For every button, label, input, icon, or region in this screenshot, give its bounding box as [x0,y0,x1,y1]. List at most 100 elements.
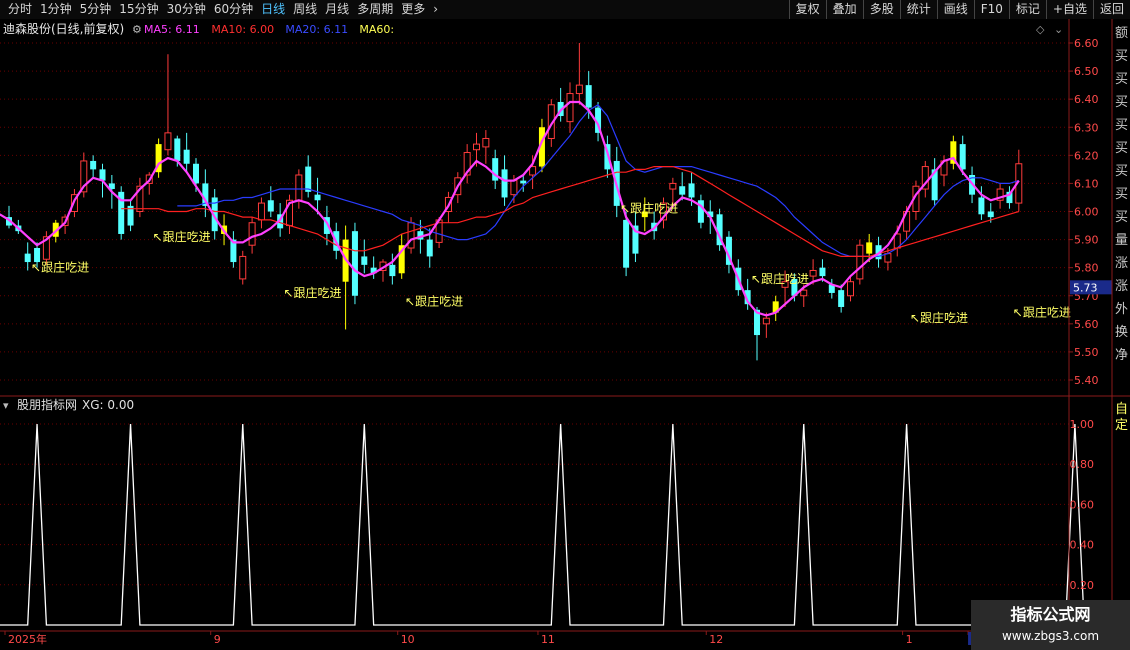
candle-body [295,174,303,201]
candle-body [248,222,256,246]
period-tab-0[interactable]: 分时 [4,0,36,19]
candle-body [762,317,770,325]
stock-title[interactable]: 迪森股份(日线,前复权) [3,21,124,36]
period-tab-1[interactable]: 1分钟 [36,0,76,19]
price-tick-label: 6.00 [1074,206,1099,219]
candle-body [239,255,247,280]
indicator-tick-label: 0.20 [1070,579,1095,592]
candle-body [978,197,985,215]
candle-body [164,132,172,151]
price-tick-label: 6.30 [1074,121,1099,134]
candle-body [819,267,826,277]
side-panel-glyph: 量 [1115,233,1128,248]
candle-body [267,200,274,212]
side-panel-glyph: 涨 [1115,279,1128,294]
diamond-icon[interactable]: ◇ [1036,23,1045,36]
toolbar-button-7[interactable]: +自选 [1045,0,1093,19]
side-panel-glyph: 额 [1115,26,1128,41]
indicator-tick-label: 0.40 [1070,539,1095,552]
signal-label: ↖跟庄吃进 [153,229,211,244]
time-label: 9 [214,633,221,646]
candle-body [623,219,630,268]
price-tick-label: 6.20 [1074,149,1099,162]
more-chevron-icon[interactable]: › [429,0,442,19]
toolbar-button-6[interactable]: 标记 [1008,0,1046,19]
side-panel-glyph: 买 [1115,164,1128,179]
candle-body [866,242,873,254]
toolbar-buttons: 复权 叠加 多股 统计 画线 F10 标记 +自选 返回 [788,0,1130,19]
signal-label: ↖跟庄吃进 [284,285,342,300]
collapse-chevron-icon[interactable]: ⌄ [1054,23,1063,36]
price-tick-label: 5.40 [1074,374,1099,387]
toolbar-button-5[interactable]: F10 [973,0,1009,19]
candle-body [510,180,518,196]
period-tab-4[interactable]: 30分钟 [163,0,210,19]
candle-body [174,138,181,161]
candle-body [183,149,190,164]
candle-body [585,85,592,108]
side-panel-glyph: 净 [1115,348,1128,363]
candle-body [520,180,527,184]
candle-body [688,183,695,198]
period-tabs: 分时 1分钟 5分钟 15分钟 30分钟 60分钟 日线 周线 月线 多周期 更多 › [4,0,442,19]
price-tick-label: 5.90 [1074,234,1099,247]
signal-label: ↖跟庄吃进 [910,310,968,325]
period-tab-2[interactable]: 5分钟 [76,0,116,19]
candle-body [389,264,396,277]
toolbar-button-3[interactable]: 统计 [899,0,937,19]
candle-body [809,269,817,277]
indicator-tick-label: 0.80 [1070,458,1095,471]
price-tick-label: 5.60 [1074,318,1099,331]
candle-body [679,186,686,195]
period-tab-6[interactable]: 日线 [257,0,289,19]
settings-gear-icon[interactable]: ⚙ [132,23,142,36]
price-tick-label: 6.50 [1074,65,1099,78]
side-panel-glyph: 买 [1115,210,1128,225]
price-tick-label: 6.40 [1074,93,1099,106]
signal-label: ↖跟庄吃进 [751,271,809,286]
side-panel-glyph: 换 [1115,325,1128,340]
candle-body [800,289,808,297]
chart-area[interactable]: ↖跟庄吃进 ↖跟庄吃进 ↖跟庄吃进 ↖跟庄吃进 ↖跟庄吃进 ↖跟庄吃进 ↖跟庄吃进 ↖跟庄吃进… [0,19,1130,650]
indicator-title[interactable]: 股朋指标网 [17,397,77,412]
time-label: 1 [906,633,913,646]
side-panel-glyph: 买 [1115,72,1128,87]
period-tab-5[interactable]: 60分钟 [210,0,257,19]
candle-body [838,290,845,307]
side-panel-glyph: 买 [1115,141,1128,156]
period-tab-9[interactable]: 多周期 [353,0,397,19]
toolbar-button-0[interactable]: 复权 [788,0,826,19]
time-label: 12 [709,633,723,646]
period-tab-10[interactable]: 更多 [397,0,429,19]
price-tick-label: 5.50 [1074,346,1099,359]
candle-body [361,256,368,265]
candle-body [90,160,97,170]
candle-body [959,144,966,170]
toolbar-button-4[interactable]: 画线 [936,0,974,19]
toolbar-button-1[interactable]: 叠加 [825,0,863,19]
candle-body [193,163,199,184]
signal-label: ↖跟庄吃进 [405,293,463,308]
candle-body [856,244,864,280]
period-tab-8[interactable]: 月线 [321,0,353,19]
candle-body [305,166,312,192]
candle-body [473,143,480,151]
candle-body [314,194,321,201]
signal-label: ↖跟庄吃进 [31,260,89,275]
period-tab-3[interactable]: 15分钟 [115,0,162,19]
signal-label: ↖跟庄吃进 [1013,305,1071,320]
ma-legend-item: MA20: 6.11 [285,23,348,36]
candle-body [24,253,31,263]
candle-body [884,253,892,263]
toolbar-button-8[interactable]: 返回 [1092,0,1130,19]
price-tick-label: 5.80 [1074,262,1099,275]
watermark: 指标公式网 www.zbgs3.com [971,600,1130,650]
ma-legend-item: MA5: 6.11 [144,23,200,36]
side-panel-glyph: 涨 [1115,256,1128,271]
indicator-tick-label: 0.60 [1070,498,1095,511]
toolbar-button-2[interactable]: 多股 [862,0,900,19]
price-tick-label: 6.60 [1074,37,1099,50]
indicator-xg-value: XG: 0.00 [82,398,134,412]
indicator-toggle-icon[interactable]: ▾ [3,399,9,412]
period-tab-7[interactable]: 周线 [289,0,321,19]
